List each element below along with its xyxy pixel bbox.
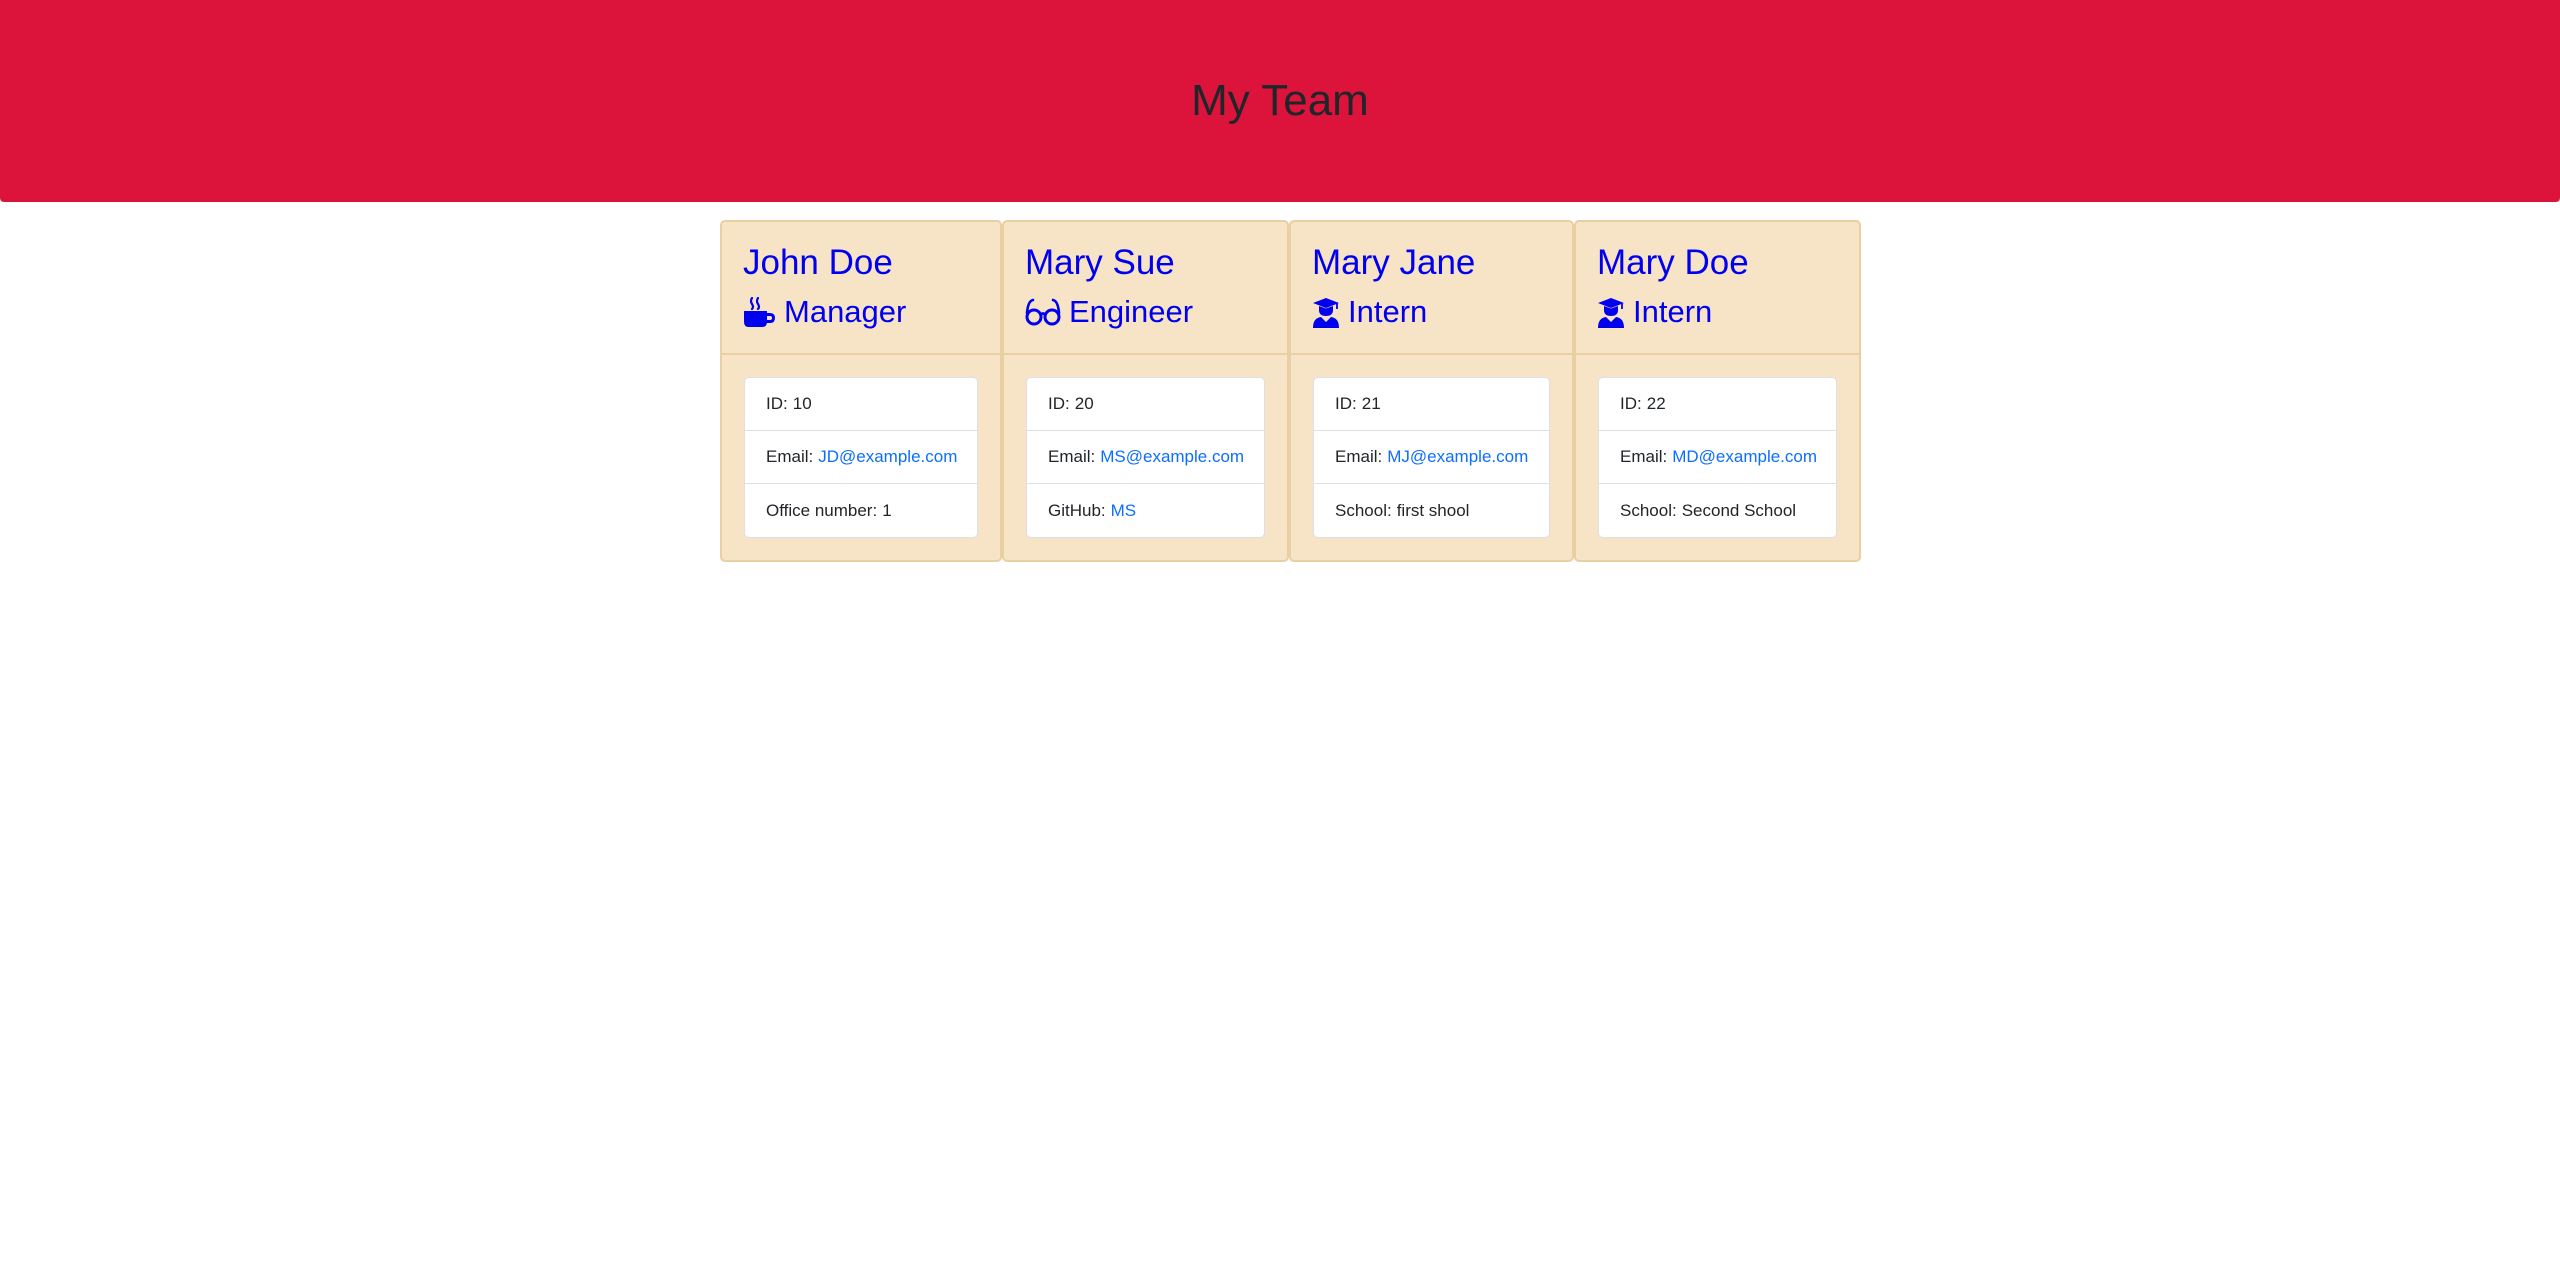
employee-email: Email: JD@example.com [745,431,977,484]
employee-name: Mary Sue [1025,243,1175,282]
school-value: first shool [1396,500,1470,520]
email-label: Email: [1620,447,1668,466]
employee-email: Email: MS@example.com [1027,431,1264,484]
employee-id: ID: 20 [1027,378,1264,431]
id-value: 22 [1646,394,1666,413]
employee-details: ID: 21 Email: MJ@example.com School: fir… [1313,377,1550,538]
id-value: 20 [1074,394,1094,413]
employee-role: Intern [1597,292,1839,332]
employee-name: Mary Jane [1312,243,1476,282]
card-body: ID: 20 Email: MS@example.com GitHub: MS [1004,355,1287,538]
office-number-label: Office number: [766,500,878,520]
card-body: ID: 22 Email: MD@example.com School: Sec… [1576,355,1859,538]
id-label: ID: [1620,394,1642,413]
id-value: 10 [792,394,812,413]
employee-card-john-doe: John Doe Manager ID: 10 Email: JD@exampl… [720,220,1002,562]
employee-role: Intern [1312,292,1552,332]
github-label: GitHub: [1048,500,1106,520]
email-link[interactable]: JD@example.com [818,447,957,467]
email-link[interactable]: MS@example.com [1100,447,1244,467]
id-label: ID: [1048,394,1070,413]
school-label: School: [1620,500,1677,520]
employee-id: ID: 10 [745,378,977,431]
role-label: Engineer [1069,294,1194,329]
email-link[interactable]: MJ@example.com [1387,447,1528,467]
id-label: ID: [1335,394,1357,413]
office-number: Office number: 1 [745,484,977,537]
employee-role: Manager [743,292,980,332]
role-label: Intern [1348,294,1428,329]
employee-card-mary-jane: Mary Jane Intern ID: 21 Email: MJ@exampl… [1289,220,1574,562]
employee-id: ID: 22 [1599,378,1836,431]
school: School: first shool [1314,484,1549,537]
glasses-icon [1025,297,1061,327]
email-label: Email: [766,447,814,466]
card-header: John Doe Manager [722,222,1000,355]
id-value: 21 [1361,394,1381,413]
school-label: School: [1335,500,1392,520]
card-body: ID: 10 Email: JD@example.com Office numb… [722,355,1000,538]
employee-details: ID: 22 Email: MD@example.com School: Sec… [1598,377,1837,538]
github-link[interactable]: MS [1111,501,1137,521]
email-link[interactable]: MD@example.com [1672,447,1817,467]
employee-email: Email: MD@example.com [1599,431,1836,484]
github: GitHub: MS [1027,484,1264,537]
employee-id: ID: 21 [1314,378,1549,431]
coffee-mug-icon [743,296,776,328]
page-title: My Team [1191,76,1369,125]
card-header: Mary Doe Intern [1576,222,1859,355]
email-label: Email: [1335,447,1383,466]
card-header: Mary Sue Engineer [1004,222,1287,355]
employee-card-mary-doe: Mary Doe Intern ID: 22 Email: MD@example… [1574,220,1861,562]
id-label: ID: [766,394,788,413]
employee-role: Engineer [1025,292,1267,332]
email-label: Email: [1048,447,1096,466]
school-value: Second School [1681,500,1797,520]
graduate-icon [1312,297,1340,328]
office-number-value: 1 [882,500,892,520]
team-cards: John Doe Manager ID: 10 Email: JD@exampl… [720,220,1861,562]
employee-details: ID: 20 Email: MS@example.com GitHub: MS [1026,377,1265,538]
page-header: My Team [0,0,2560,202]
card-header: Mary Jane Intern [1291,222,1572,355]
employee-details: ID: 10 Email: JD@example.com Office numb… [744,377,978,538]
employee-name: Mary Doe [1597,243,1749,282]
graduate-icon [1597,297,1625,328]
role-label: Intern [1633,294,1713,329]
employee-name: John Doe [743,243,893,282]
role-label: Manager [784,294,907,329]
employee-card-mary-sue: Mary Sue Engineer ID: 20 Email: MS@examp… [1002,220,1289,562]
school: School: Second School [1599,484,1836,537]
card-body: ID: 21 Email: MJ@example.com School: fir… [1291,355,1572,538]
employee-email: Email: MJ@example.com [1314,431,1549,484]
